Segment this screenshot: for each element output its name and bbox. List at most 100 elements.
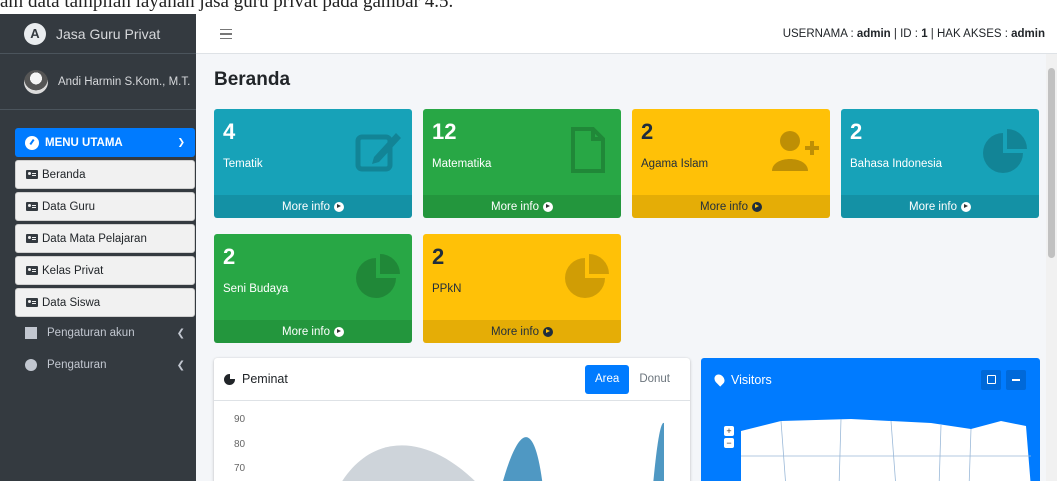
scrollbar-thumb[interactable]	[1048, 68, 1055, 258]
peminat-chart: 90 80 70	[214, 401, 690, 481]
stat-box-matematika: 12 Matematika More info	[423, 109, 621, 218]
stat-label: Matematika	[432, 158, 492, 170]
pie-chart-icon	[356, 254, 400, 298]
collapse-button[interactable]	[1006, 369, 1026, 390]
sidebar-item-pengaturan-akun[interactable]: Pengaturan akun ❮	[15, 317, 195, 349]
minus-icon	[1012, 378, 1020, 381]
stat-box-ppkn: 2 PPkN More info	[423, 234, 621, 343]
more-info-link[interactable]: More info	[214, 195, 412, 218]
stat-label: Seni Budaya	[223, 283, 289, 295]
dashboard-icon	[25, 135, 39, 150]
visitors-tools	[976, 369, 1026, 390]
username-label: USERNAMA :	[782, 27, 857, 40]
sidebar-item-pengaturan[interactable]: Pengaturan ❮	[15, 349, 195, 381]
id-card-icon	[26, 202, 38, 211]
sidebar-nav: MENU UTAMA ❯ Beranda Data Guru Data Mata…	[0, 110, 196, 381]
sidebar-item-data-mata-pelajaran[interactable]: Data Mata Pelajaran	[15, 224, 195, 253]
arrow-circle-right-icon	[960, 201, 971, 212]
user-plus-icon	[772, 131, 819, 171]
sidebar-item-menu-utama[interactable]: MENU UTAMA ❯	[15, 128, 195, 157]
avatar	[24, 69, 48, 94]
role-value: admin	[1011, 27, 1045, 40]
visitors-title: Visitors	[731, 372, 772, 387]
stat-box-seni-budaya: 2 Seni Budaya More info	[214, 234, 412, 343]
user-info: USERNAMA : admin | ID : 1 | HAK AKSES : …	[783, 28, 1045, 40]
area-series-blue-edge	[653, 422, 664, 481]
area-series-gray	[342, 445, 475, 481]
brand-logo-icon: A	[24, 22, 46, 45]
visitors-map	[741, 418, 1031, 481]
chart-tabs: Area Donut	[585, 364, 680, 394]
id-card-icon	[26, 266, 38, 275]
stat-box-tematik: 4 Tematik More info	[214, 109, 412, 218]
date-range-button[interactable]	[981, 369, 1001, 390]
stat-label: Agama Islam	[641, 158, 709, 170]
copy-icon	[25, 327, 37, 339]
document-text: am data tampilan layanan jasa guru priva…	[0, 0, 454, 12]
topbar: USERNAMA : admin | ID : 1 | HAK AKSES : …	[196, 14, 1057, 54]
more-info-label: More info	[282, 200, 330, 213]
more-info-label: More info	[700, 200, 748, 213]
stat-value: 12	[432, 119, 457, 144]
username-value: admin	[856, 27, 891, 40]
more-info-link[interactable]: More info	[632, 195, 830, 218]
edit-icon	[355, 133, 401, 172]
peminat-card-header: Peminat Area Donut	[214, 358, 690, 401]
sidebar-item-kelas-privat[interactable]: Kelas Privat	[15, 256, 195, 285]
more-info-link[interactable]: More info	[841, 195, 1039, 218]
arrow-circle-right-icon	[333, 201, 344, 212]
brand-link[interactable]: A Jasa Guru Privat	[0, 14, 196, 54]
peminat-title-text: Peminat	[242, 372, 288, 386]
sidebar-item-label: Pengaturan akun	[47, 327, 135, 339]
stat-value: 2	[850, 119, 863, 144]
area-chart-svg	[342, 422, 664, 481]
zoom-in-button[interactable]: +	[724, 426, 734, 436]
sidebar-item-label: Kelas Privat	[42, 264, 104, 277]
pie-chart-icon	[25, 359, 37, 371]
pie-chart-icon	[565, 254, 609, 298]
tab-area[interactable]: Area	[585, 364, 630, 394]
stat-label: Bahasa Indonesia	[850, 158, 943, 170]
arrow-circle-right-icon	[751, 201, 762, 212]
stat-box-bahasa-indonesia: 2 Bahasa Indonesia More info	[841, 109, 1039, 218]
document-text-strip: am data tampilan layanan jasa guru priva…	[0, 0, 1057, 14]
arrow-circle-right-icon	[542, 201, 553, 212]
visitors-card-header: Visitors	[701, 358, 1040, 401]
user-panel[interactable]: Andi Harmin S.Kom., M.T.	[0, 54, 196, 110]
more-info-label: More info	[282, 325, 330, 338]
page-scrollbar[interactable]	[1046, 54, 1057, 481]
stat-value: 2	[641, 119, 654, 144]
peminat-card-title: Peminat	[224, 372, 288, 386]
area-series-blue	[503, 437, 543, 481]
sidebar-item-label: Pengaturan	[47, 359, 107, 371]
sidebar: A Jasa Guru Privat Andi Harmin S.Kom., M…	[0, 14, 196, 481]
hamburger-menu-icon[interactable]	[220, 28, 232, 39]
user-name: Andi Harmin S.Kom., M.T.	[58, 75, 191, 88]
sidebar-item-label: MENU UTAMA	[45, 136, 123, 149]
sidebar-item-label: Data Mata Pelajaran	[42, 232, 147, 245]
more-info-label: More info	[909, 200, 957, 213]
sidebar-item-data-siswa[interactable]: Data Siswa	[15, 288, 195, 317]
more-info-link[interactable]: More info	[423, 320, 621, 343]
visitors-card: Visitors + −	[701, 358, 1040, 481]
peminat-card: Peminat Area Donut 90 80 70	[214, 358, 690, 481]
stat-box-agama-islam: 2 Agama Islam More info	[632, 109, 830, 218]
sidebar-item-label: Beranda	[42, 168, 86, 181]
page-title: Beranda	[214, 69, 291, 90]
sidebar-item-label: Data Siswa	[42, 296, 101, 309]
more-info-link[interactable]: More info	[214, 320, 412, 343]
id-card-icon	[26, 234, 38, 243]
id-card-icon	[26, 298, 38, 307]
more-info-link[interactable]: More info	[423, 195, 621, 218]
sidebar-item-data-guru[interactable]: Data Guru	[15, 192, 195, 221]
sidebar-item-label: Data Guru	[42, 200, 96, 213]
brand-text: Jasa Guru Privat	[56, 25, 161, 42]
sidebar-item-beranda[interactable]: Beranda	[15, 160, 195, 189]
chevron-down-icon: ❯	[177, 137, 185, 147]
chevron-left-icon: ❮	[176, 359, 185, 371]
more-info-label: More info	[491, 200, 539, 213]
map-marker-icon	[712, 372, 727, 387]
zoom-out-button[interactable]: −	[724, 438, 734, 448]
tab-donut[interactable]: Donut	[629, 365, 680, 394]
pie-chart-icon	[224, 372, 236, 385]
